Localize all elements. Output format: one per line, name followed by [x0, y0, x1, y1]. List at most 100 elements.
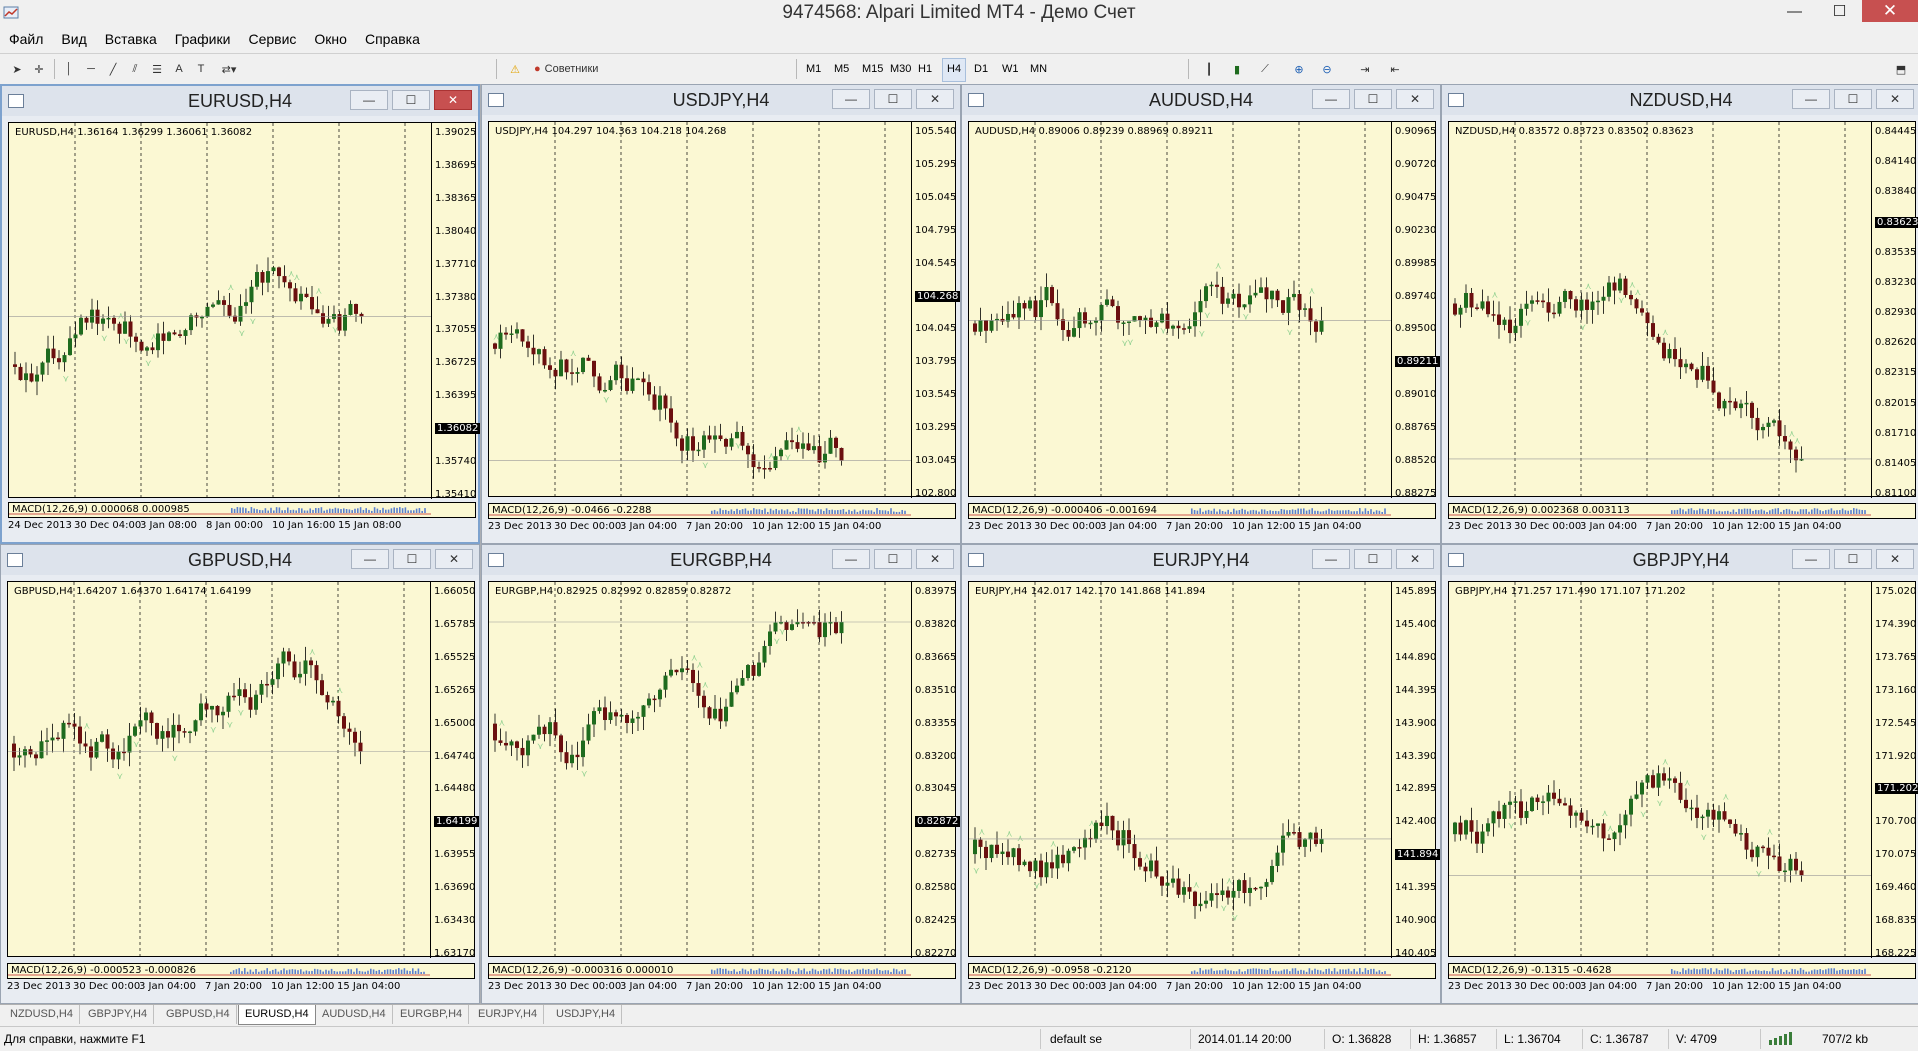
chart-tab[interactable]: AUDUSD,H4	[316, 1005, 393, 1024]
menu-item-2[interactable]: Вставка	[96, 31, 166, 47]
crosshair-tool-icon[interactable]: ✛	[30, 59, 48, 79]
chart-minimize-icon[interactable]: —	[350, 90, 388, 110]
chart-pin-icon[interactable]: ⬒	[1892, 59, 1910, 79]
chart-maximize-icon[interactable]: ☐	[392, 90, 430, 110]
minimize-icon[interactable]: —	[1772, 0, 1817, 22]
price-chart[interactable]: ⋏ ⋎ ⋎ ⋎ ⋎ ⋎ ⋎ ⋏ ⋏ GBPUSD,H4 1.64207 1.64370 1.64…	[7, 581, 480, 959]
timeframe-m30[interactable]: M30	[886, 58, 915, 80]
chart-minimize-icon[interactable]: —	[1312, 89, 1350, 109]
chart-window-titlebar[interactable]: EURJPY,H4 — ☐ ✕	[962, 545, 1440, 575]
chart-minimize-icon[interactable]: —	[351, 549, 389, 569]
chart-window[interactable]: EURJPY,H4 — ☐ ✕ ⋎ ⋏ ⋏ ⋏ ⋎ ⋏ ⋏ ⋏ ⋏ ⋎ ⋏ ⋎ EURJPY,H4 1…	[961, 544, 1441, 1004]
chart-minimize-icon[interactable]: —	[1792, 89, 1830, 109]
chart-maximize-icon[interactable]: ☐	[1834, 89, 1872, 109]
timeframe-w1[interactable]: W1	[998, 58, 1023, 80]
price-chart[interactable]: ⋎ ⋏ ⋏ ⋎ ⋎ ⋏ ⋏ ⋎ ⋏ ⋎ ⋏ GBPJPY,H4 171.257 171.490 17…	[1448, 581, 1918, 959]
text-tool-icon[interactable]: A	[170, 59, 188, 79]
chart-tab[interactable]: EURUSD,H4	[238, 1005, 316, 1025]
chart-tab[interactable]: EURGBP,H4	[394, 1005, 470, 1024]
fibonacci-icon[interactable]: ☰	[148, 59, 166, 79]
chart-tab[interactable]: GBPUSD,H4	[160, 1005, 237, 1024]
chart-close-icon[interactable]: ✕	[1396, 549, 1434, 569]
bar-chart-icon[interactable]: ┃	[1200, 59, 1218, 79]
menu-item-6[interactable]: Справка	[356, 31, 429, 47]
macd-panel[interactable]: MACD(12,26,9) -0.1315 -0.4628	[1448, 963, 1916, 979]
chart-minimize-icon[interactable]: —	[1312, 549, 1350, 569]
zoom-in-icon[interactable]: ⊕	[1290, 59, 1308, 79]
chart-tab[interactable]: USDJPY,H4	[550, 1005, 623, 1024]
candlestick-icon[interactable]: ▮	[1228, 59, 1246, 79]
price-chart[interactable]: ⋏ ⋏ ⋎ ⋎ ⋎ ⋏ ⋎ ⋏ USDJPY,H4 104.297 104.363 104.2…	[488, 121, 961, 499]
vertical-line-icon[interactable]: │	[60, 59, 78, 79]
chart-maximize-icon[interactable]: ☐	[393, 549, 431, 569]
macd-panel[interactable]: MACD(12,26,9) 0.002368 0.003113	[1448, 503, 1916, 519]
cursor-tool-icon[interactable]: ➤	[8, 59, 26, 79]
price-chart[interactable]: ⋎ ⋏ ⋏ ⋏ ⋎ ⋏ ⋏ ⋏ ⋏ ⋎ ⋏ ⋎ EURJPY,H4 142.017 142.170 1…	[968, 581, 1441, 959]
chart-close-icon[interactable]: ✕	[434, 90, 472, 110]
chart-shift-icon[interactable]: ⇤	[1386, 59, 1404, 79]
warning-icon[interactable]: ⚠	[506, 59, 524, 79]
timeframe-d1[interactable]: D1	[970, 58, 992, 80]
timeframe-h1[interactable]: H1	[914, 58, 936, 80]
chart-window-titlebar[interactable]: AUDUSD,H4 — ☐ ✕	[962, 85, 1440, 115]
chart-window-titlebar[interactable]: NZDUSD,H4 — ☐ ✕	[1442, 85, 1918, 115]
chart-close-icon[interactable]: ✕	[916, 89, 954, 109]
expert-advisors-button[interactable]: ● Советники	[534, 59, 624, 79]
timeframe-m15[interactable]: M15	[858, 58, 887, 80]
auto-scroll-icon[interactable]: ⇥	[1356, 59, 1374, 79]
price-chart[interactable]: ⋎ ⋎ ⋏ ⋎ ⋎ ⋏ ⋏ ⋎ ⋎ ⋏ ⋏ ⋏ ⋎ EURUSD,H4 1.36164 1.36299 …	[8, 122, 481, 500]
macd-panel[interactable]: MACD(12,26,9) -0.000523 -0.000826	[7, 963, 475, 979]
chart-maximize-icon[interactable]: ☐	[1834, 549, 1872, 569]
chart-window[interactable]: USDJPY,H4 — ☐ ✕ ⋏ ⋏ ⋎ ⋎ ⋎ ⋏ ⋎ ⋏ USDJPY,H4 104.2…	[481, 84, 961, 544]
chart-close-icon[interactable]: ✕	[1876, 549, 1914, 569]
chart-window[interactable]: AUDUSD,H4 — ☐ ✕ ⋎ ⋎ ⋎ ⋎ ⋎ ⋏ ⋎ ⋎ ⋏ AUDUSD,H4 0.89…	[961, 84, 1441, 544]
chart-window[interactable]: GBPJPY,H4 — ☐ ✕ ⋎ ⋏ ⋏ ⋎ ⋎ ⋏ ⋏ ⋎ ⋏ ⋎ ⋏ GBPJPY,H4 17…	[1441, 544, 1918, 1004]
chart-close-icon[interactable]: ✕	[435, 549, 473, 569]
chart-minimize-icon[interactable]: —	[832, 89, 870, 109]
chart-window-titlebar[interactable]: GBPJPY,H4 — ☐ ✕	[1442, 545, 1918, 575]
maximize-icon[interactable]: ☐	[1817, 0, 1862, 22]
price-chart[interactable]: ⋏ ⋎ ⋎ ⋏ ⋎ ⋏ ⋏ ⋏ ⋏ ⋏ NZDUSD,H4 0.83572 0.83723 0.8…	[1448, 121, 1918, 499]
chart-maximize-icon[interactable]: ☐	[1354, 549, 1392, 569]
chart-window-titlebar[interactable]: EURGBP,H4 — ☐ ✕	[482, 545, 960, 575]
menu-item-0[interactable]: Файл	[0, 31, 52, 47]
horizontal-line-icon[interactable]: ─	[82, 59, 100, 79]
macd-panel[interactable]: MACD(12,26,9) -0.000406 -0.001694	[968, 503, 1436, 519]
chart-close-icon[interactable]: ✕	[1396, 89, 1434, 109]
chart-window-titlebar[interactable]: USDJPY,H4 — ☐ ✕	[482, 85, 960, 115]
chart-window[interactable]: GBPUSD,H4 — ☐ ✕ ⋏ ⋎ ⋎ ⋎ ⋎ ⋎ ⋎ ⋏ ⋏ GBPUSD,H4 1.64…	[0, 544, 480, 1004]
zoom-out-icon[interactable]: ⊖	[1318, 59, 1336, 79]
menu-item-3[interactable]: Графики	[166, 31, 240, 47]
timeframe-m1[interactable]: M1	[802, 58, 825, 80]
chart-tab[interactable]: NZDUSD,H4	[4, 1005, 80, 1024]
chart-window-titlebar[interactable]: EURUSD,H4 — ☐ ✕	[2, 86, 478, 116]
chart-tab[interactable]: GBPJPY,H4	[82, 1005, 155, 1024]
line-chart-icon[interactable]: ⟋	[1256, 59, 1274, 79]
trendline-icon[interactable]: ╱	[104, 59, 122, 79]
chart-window[interactable]: NZDUSD,H4 — ☐ ✕ ⋏ ⋎ ⋎ ⋏ ⋎ ⋏ ⋏ ⋏ ⋏ ⋏ NZDUSD,H4 0.8…	[1441, 84, 1918, 544]
text-label-icon[interactable]: T	[192, 59, 210, 79]
chart-window[interactable]: EURUSD,H4 — ☐ ✕ ⋎ ⋎ ⋏ ⋎ ⋎ ⋏ ⋏ ⋎ ⋎ ⋏ ⋏ ⋏ ⋎ EURUSD,H4 …	[0, 84, 481, 544]
chart-minimize-icon[interactable]: —	[832, 549, 870, 569]
timeframe-mn[interactable]: MN	[1026, 58, 1051, 80]
channel-icon[interactable]: ⫽	[126, 59, 144, 79]
chart-maximize-icon[interactable]: ☐	[874, 89, 912, 109]
price-chart[interactable]: ⋏ ⋎ ⋎ ⋏ ⋏ ⋏ ⋎ ⋎ EURGBP,H4 0.82925 0.82992 0.828…	[488, 581, 961, 959]
chart-close-icon[interactable]: ✕	[916, 549, 954, 569]
chart-window-titlebar[interactable]: GBPUSD,H4 — ☐ ✕	[1, 545, 479, 575]
chart-close-icon[interactable]: ✕	[1876, 89, 1914, 109]
macd-panel[interactable]: MACD(12,26,9) -0.0958 -0.2120	[968, 963, 1436, 979]
macd-panel[interactable]: MACD(12,26,9) -0.0466 -0.2288	[488, 503, 956, 519]
timeframe-m5[interactable]: M5	[830, 58, 853, 80]
chart-maximize-icon[interactable]: ☐	[1354, 89, 1392, 109]
menu-item-5[interactable]: Окно	[305, 31, 356, 47]
menu-item-1[interactable]: Вид	[52, 31, 95, 47]
price-chart[interactable]: ⋎ ⋎ ⋎ ⋎ ⋎ ⋏ ⋎ ⋎ ⋏ AUDUSD,H4 0.89006 0.89239 0.88…	[968, 121, 1441, 499]
chart-window[interactable]: EURGBP,H4 — ☐ ✕ ⋏ ⋎ ⋎ ⋏ ⋏ ⋏ ⋎ ⋎ EURGBP,H4 0.829…	[481, 544, 961, 1004]
timeframe-h4[interactable]: H4	[942, 58, 967, 82]
close-icon[interactable]: ✕	[1862, 0, 1918, 22]
chart-maximize-icon[interactable]: ☐	[874, 549, 912, 569]
arrows-dropdown-icon[interactable]: ⇄▾	[214, 59, 244, 79]
chart-tab[interactable]: EURJPY,H4	[472, 1005, 545, 1024]
macd-panel[interactable]: MACD(12,26,9) -0.000316 0.000010	[488, 963, 956, 979]
